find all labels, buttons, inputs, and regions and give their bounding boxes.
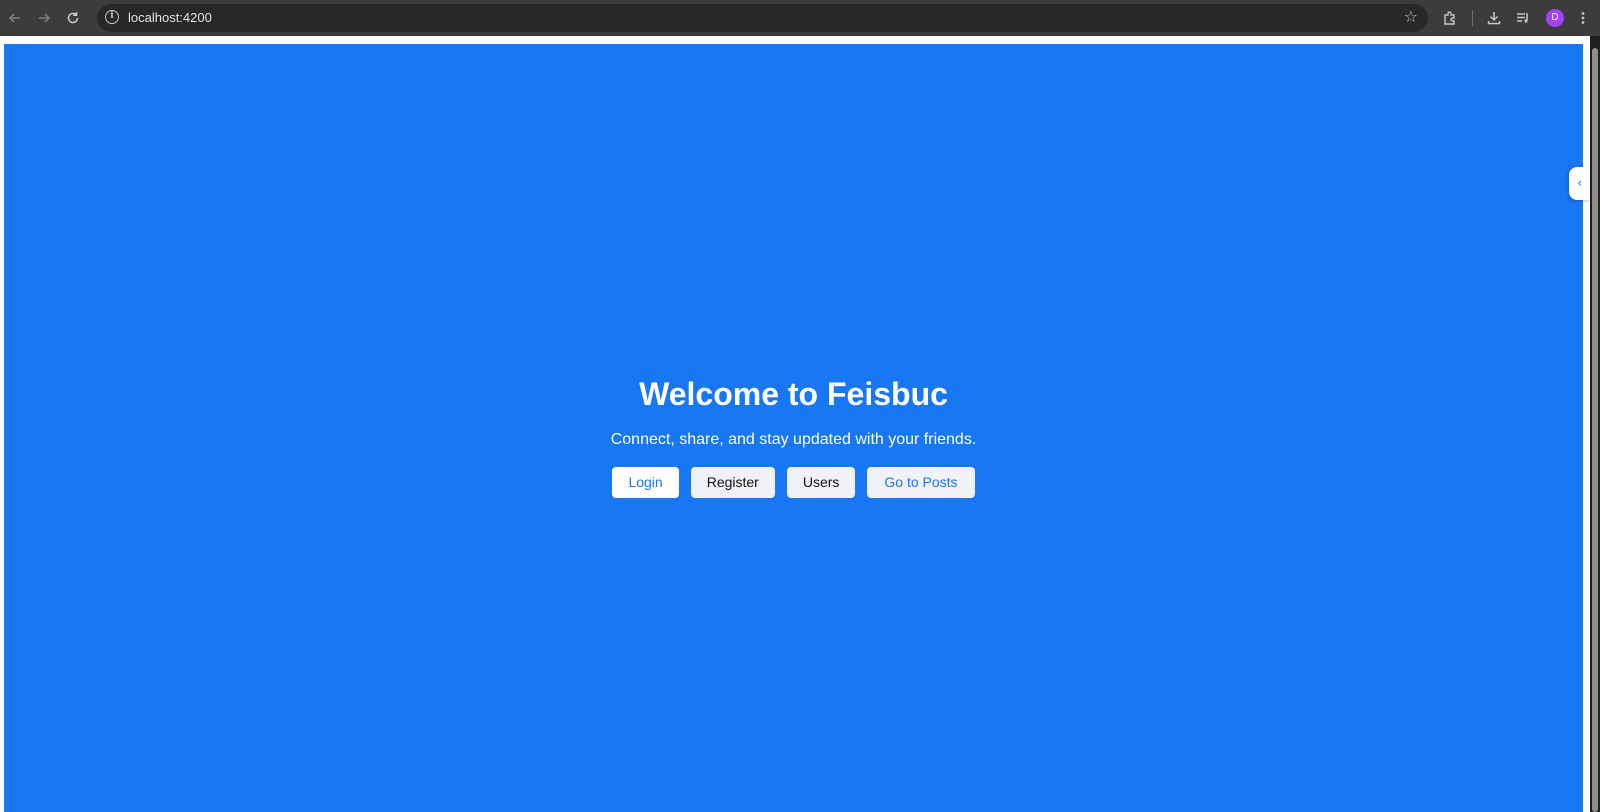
action-buttons: Login Register Users Go to Posts — [4, 467, 1583, 498]
scrollbar[interactable] — [1590, 36, 1600, 812]
address-bar[interactable]: i localhost:4200 ☆ — [97, 4, 1428, 32]
hero-section: Welcome to Feisbuc Connect, share, and s… — [4, 374, 1583, 498]
info-icon[interactable]: i — [105, 10, 119, 24]
browser-toolbar: i localhost:4200 ☆ D — [0, 0, 1600, 36]
landing-page: Welcome to Feisbuc Connect, share, and s… — [4, 44, 1583, 812]
forward-arrow-icon[interactable] — [31, 5, 57, 31]
url-text[interactable]: localhost:4200 — [128, 10, 212, 25]
go-to-posts-button[interactable]: Go to Posts — [867, 467, 975, 498]
login-button[interactable]: Login — [612, 467, 679, 498]
star-icon[interactable]: ☆ — [1404, 7, 1418, 26]
side-panel-toggle[interactable]: ‹ — [1569, 167, 1590, 200]
page-title: Welcome to Feisbuc — [639, 376, 948, 412]
toolbar-divider — [1472, 10, 1473, 26]
puzzle-icon[interactable] — [1437, 5, 1463, 31]
page-subtitle: Connect, share, and stay updated with yo… — [610, 431, 977, 448]
media-playlist-icon[interactable] — [1510, 5, 1536, 31]
scrollbar-thumb[interactable] — [1592, 48, 1598, 812]
users-button[interactable]: Users — [786, 467, 856, 498]
chevron-left-icon: ‹ — [1577, 176, 1582, 190]
kebab-menu-icon[interactable] — [1570, 5, 1596, 31]
reload-icon[interactable] — [60, 5, 86, 31]
profile-avatar[interactable]: D — [1546, 9, 1564, 27]
download-icon[interactable] — [1481, 5, 1507, 31]
register-button[interactable]: Register — [690, 467, 775, 498]
back-arrow-icon[interactable] — [2, 5, 28, 31]
